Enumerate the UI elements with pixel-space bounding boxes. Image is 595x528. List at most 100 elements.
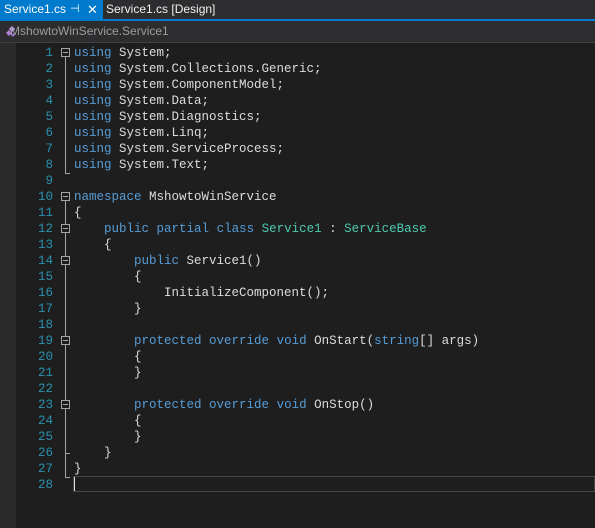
code-line[interactable]: 12 public partial class Service1 : Servi… bbox=[0, 221, 595, 237]
code-token: System.ServiceProcess; bbox=[111, 142, 285, 156]
tab-service1-cs[interactable]: Service1.cs ⊣ ✕ bbox=[0, 0, 103, 19]
keyword-token: void bbox=[276, 398, 307, 412]
code-line[interactable]: 19 protected override void OnStart(strin… bbox=[0, 333, 595, 349]
code-lines: 1 using System; 2 using System.Collections.… bbox=[0, 45, 595, 493]
code-line[interactable]: 27} bbox=[0, 461, 595, 477]
tab-service1-design[interactable]: Service1.cs [Design] bbox=[106, 0, 215, 19]
keyword-token: using bbox=[74, 62, 112, 76]
collapse-icon[interactable] bbox=[61, 256, 70, 265]
code-text: } bbox=[74, 429, 142, 445]
code-line[interactable]: 1 using System; bbox=[0, 45, 595, 61]
code-token: { bbox=[74, 414, 142, 428]
tab-label: Service1.cs [Design] bbox=[106, 2, 216, 16]
current-line-highlight bbox=[73, 476, 595, 492]
line-number: 9 bbox=[45, 174, 53, 188]
code-line[interactable]: 24 { bbox=[0, 413, 595, 429]
pin-icon[interactable]: ⊣ bbox=[70, 0, 80, 19]
keyword-token: using bbox=[74, 94, 112, 108]
code-line[interactable]: 3 using System.ComponentModel; bbox=[0, 77, 595, 93]
keyword-token: override bbox=[209, 398, 270, 412]
keyword-token: using bbox=[74, 110, 112, 124]
code-token: } bbox=[74, 446, 112, 460]
code-text: using System.Data; bbox=[74, 93, 209, 109]
code-line[interactable]: 17 } bbox=[0, 301, 595, 317]
code-line[interactable]: 13 { bbox=[0, 237, 595, 253]
code-token: InitializeComponent(); bbox=[74, 286, 330, 300]
navigation-bar[interactable]: MshowtoWinService.Service1 bbox=[0, 21, 595, 43]
code-token: MshowtoWinService bbox=[141, 190, 277, 204]
code-line[interactable]: 5 using System.Diagnostics; bbox=[0, 109, 595, 125]
code-token: System.Linq; bbox=[111, 126, 210, 140]
code-line[interactable]: 11 { bbox=[0, 205, 595, 221]
code-line[interactable]: 6 using System.Linq; bbox=[0, 125, 595, 141]
code-line[interactable]: 25 } bbox=[0, 429, 595, 445]
line-number: 13 bbox=[37, 238, 53, 252]
code-token: Service1() bbox=[179, 254, 262, 268]
code-text: using System.Collections.Generic; bbox=[74, 61, 322, 77]
code-text: { bbox=[74, 269, 142, 285]
keyword-token: protected bbox=[134, 398, 202, 412]
keyword-token: using bbox=[74, 46, 112, 60]
keyword-token: using bbox=[74, 126, 112, 140]
code-line[interactable]: 2 using System.Collections.Generic; bbox=[0, 61, 595, 77]
code-line[interactable]: 26 } bbox=[0, 445, 595, 461]
code-token: : bbox=[321, 222, 345, 236]
line-number: 1 bbox=[45, 46, 53, 60]
code-line[interactable]: 22 bbox=[0, 381, 595, 397]
code-line[interactable]: 10 namespace MshowtoWinService bbox=[0, 189, 595, 205]
code-line[interactable]: 16 InitializeComponent(); bbox=[0, 285, 595, 301]
line-number: 27 bbox=[37, 462, 53, 476]
code-token: System.Text; bbox=[111, 158, 210, 172]
code-token: } bbox=[74, 366, 142, 380]
line-number: 11 bbox=[37, 206, 53, 220]
navigation-dropdown-label: MshowtoWinService.Service1 bbox=[10, 24, 169, 38]
collapse-icon[interactable] bbox=[61, 400, 70, 409]
line-number: 7 bbox=[45, 142, 53, 156]
collapse-icon[interactable] bbox=[61, 336, 70, 345]
line-number: 16 bbox=[37, 286, 53, 300]
code-text: { bbox=[74, 205, 82, 221]
code-text: } bbox=[74, 365, 142, 381]
line-number: 21 bbox=[37, 366, 53, 380]
close-icon[interactable]: ✕ bbox=[87, 0, 98, 19]
code-text: using System.ServiceProcess; bbox=[74, 141, 284, 157]
line-number: 24 bbox=[37, 414, 53, 428]
code-line[interactable]: 4 using System.Data; bbox=[0, 93, 595, 109]
keyword-token: string bbox=[374, 334, 420, 348]
code-line[interactable]: 23 protected override void OnStop() bbox=[0, 397, 595, 413]
code-token: { bbox=[74, 270, 142, 284]
line-number: 12 bbox=[37, 222, 53, 236]
code-line[interactable]: 20 { bbox=[0, 349, 595, 365]
line-number: 22 bbox=[37, 382, 53, 396]
code-text: using System.Diagnostics; bbox=[74, 109, 262, 125]
collapse-icon[interactable] bbox=[61, 48, 70, 57]
code-token: OnStop() bbox=[306, 398, 375, 412]
code-token: } bbox=[74, 302, 142, 316]
collapse-icon[interactable] bbox=[61, 224, 70, 233]
keyword-token: using bbox=[74, 78, 112, 92]
code-text: using System.ComponentModel; bbox=[74, 77, 284, 93]
code-token: System.Diagnostics; bbox=[111, 110, 262, 124]
code-line[interactable]: 7 using System.ServiceProcess; bbox=[0, 141, 595, 157]
code-line[interactable]: 21 } bbox=[0, 365, 595, 381]
code-text: } bbox=[74, 461, 82, 477]
code-text: } bbox=[74, 301, 142, 317]
line-number: 19 bbox=[37, 334, 53, 348]
line-number: 26 bbox=[37, 446, 53, 460]
code-line[interactable]: 9 bbox=[0, 173, 595, 189]
code-token: } bbox=[74, 430, 142, 444]
code-line[interactable]: 15 { bbox=[0, 269, 595, 285]
collapse-icon[interactable] bbox=[61, 192, 70, 201]
code-editor[interactable]: 1 using System; 2 using System.Collections.… bbox=[0, 43, 595, 528]
code-token: System.Data; bbox=[111, 94, 210, 108]
code-line[interactable]: 18 bbox=[0, 317, 595, 333]
code-line[interactable]: 8 using System.Text; bbox=[0, 157, 595, 173]
code-line[interactable]: 14 public Service1() bbox=[0, 253, 595, 269]
code-text: public Service1() bbox=[74, 253, 262, 269]
